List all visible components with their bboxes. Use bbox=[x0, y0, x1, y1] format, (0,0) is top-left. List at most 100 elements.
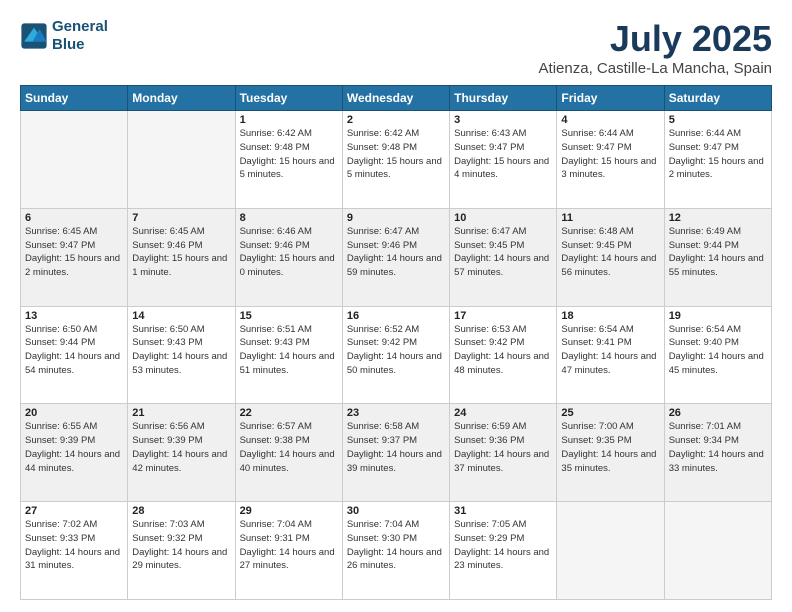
calendar-cell: 3Sunrise: 6:43 AMSunset: 9:47 PMDaylight… bbox=[450, 111, 557, 209]
cell-info: Sunrise: 7:03 AMSunset: 9:32 PMDaylight:… bbox=[132, 518, 230, 573]
day-number: 13 bbox=[25, 310, 123, 322]
day-number: 30 bbox=[347, 505, 445, 517]
day-number: 19 bbox=[669, 310, 767, 322]
day-number: 18 bbox=[561, 310, 659, 322]
calendar-cell: 9Sunrise: 6:47 AMSunset: 9:46 PMDaylight… bbox=[342, 208, 449, 306]
day-number: 10 bbox=[454, 212, 552, 224]
day-number: 22 bbox=[240, 407, 338, 419]
calendar-cell: 29Sunrise: 7:04 AMSunset: 9:31 PMDayligh… bbox=[235, 502, 342, 600]
day-number: 16 bbox=[347, 310, 445, 322]
day-number: 4 bbox=[561, 114, 659, 126]
week-row-4: 20Sunrise: 6:55 AMSunset: 9:39 PMDayligh… bbox=[21, 404, 772, 502]
cell-info: Sunrise: 6:43 AMSunset: 9:47 PMDaylight:… bbox=[454, 127, 552, 182]
day-number: 11 bbox=[561, 212, 659, 224]
cell-info: Sunrise: 6:58 AMSunset: 9:37 PMDaylight:… bbox=[347, 420, 445, 475]
week-row-2: 6Sunrise: 6:45 AMSunset: 9:47 PMDaylight… bbox=[21, 208, 772, 306]
day-number: 20 bbox=[25, 407, 123, 419]
cell-info: Sunrise: 7:02 AMSunset: 9:33 PMDaylight:… bbox=[25, 518, 123, 573]
cell-info: Sunrise: 7:04 AMSunset: 9:30 PMDaylight:… bbox=[347, 518, 445, 573]
calendar-cell bbox=[21, 111, 128, 209]
calendar-cell: 19Sunrise: 6:54 AMSunset: 9:40 PMDayligh… bbox=[664, 306, 771, 404]
month-title: July 2025 bbox=[539, 18, 772, 60]
cell-info: Sunrise: 6:42 AMSunset: 9:48 PMDaylight:… bbox=[347, 127, 445, 182]
day-number: 6 bbox=[25, 212, 123, 224]
calendar-cell: 31Sunrise: 7:05 AMSunset: 9:29 PMDayligh… bbox=[450, 502, 557, 600]
calendar-cell: 24Sunrise: 6:59 AMSunset: 9:36 PMDayligh… bbox=[450, 404, 557, 502]
week-row-5: 27Sunrise: 7:02 AMSunset: 9:33 PMDayligh… bbox=[21, 502, 772, 600]
cell-info: Sunrise: 6:54 AMSunset: 9:40 PMDaylight:… bbox=[669, 323, 767, 378]
cell-info: Sunrise: 6:50 AMSunset: 9:43 PMDaylight:… bbox=[132, 323, 230, 378]
cell-info: Sunrise: 6:51 AMSunset: 9:43 PMDaylight:… bbox=[240, 323, 338, 378]
calendar-cell: 12Sunrise: 6:49 AMSunset: 9:44 PMDayligh… bbox=[664, 208, 771, 306]
calendar-cell: 25Sunrise: 7:00 AMSunset: 9:35 PMDayligh… bbox=[557, 404, 664, 502]
weekday-header-wednesday: Wednesday bbox=[342, 86, 449, 111]
cell-info: Sunrise: 6:56 AMSunset: 9:39 PMDaylight:… bbox=[132, 420, 230, 475]
day-number: 15 bbox=[240, 310, 338, 322]
weekday-header-saturday: Saturday bbox=[664, 86, 771, 111]
cell-info: Sunrise: 6:47 AMSunset: 9:45 PMDaylight:… bbox=[454, 225, 552, 280]
calendar-cell: 11Sunrise: 6:48 AMSunset: 9:45 PMDayligh… bbox=[557, 208, 664, 306]
day-number: 25 bbox=[561, 407, 659, 419]
cell-info: Sunrise: 6:46 AMSunset: 9:46 PMDaylight:… bbox=[240, 225, 338, 280]
cell-info: Sunrise: 6:53 AMSunset: 9:42 PMDaylight:… bbox=[454, 323, 552, 378]
calendar-cell: 10Sunrise: 6:47 AMSunset: 9:45 PMDayligh… bbox=[450, 208, 557, 306]
calendar-table: SundayMondayTuesdayWednesdayThursdayFrid… bbox=[20, 85, 772, 600]
title-block: July 2025 Atienza, Castille-La Mancha, S… bbox=[539, 18, 772, 77]
header: General Blue July 2025 Atienza, Castille… bbox=[20, 18, 772, 77]
calendar-cell: 4Sunrise: 6:44 AMSunset: 9:47 PMDaylight… bbox=[557, 111, 664, 209]
weekday-header-friday: Friday bbox=[557, 86, 664, 111]
calendar-cell: 22Sunrise: 6:57 AMSunset: 9:38 PMDayligh… bbox=[235, 404, 342, 502]
calendar-cell: 27Sunrise: 7:02 AMSunset: 9:33 PMDayligh… bbox=[21, 502, 128, 600]
calendar-cell: 13Sunrise: 6:50 AMSunset: 9:44 PMDayligh… bbox=[21, 306, 128, 404]
weekday-header-tuesday: Tuesday bbox=[235, 86, 342, 111]
calendar-cell: 18Sunrise: 6:54 AMSunset: 9:41 PMDayligh… bbox=[557, 306, 664, 404]
cell-info: Sunrise: 6:42 AMSunset: 9:48 PMDaylight:… bbox=[240, 127, 338, 182]
weekday-header-sunday: Sunday bbox=[21, 86, 128, 111]
calendar-cell: 7Sunrise: 6:45 AMSunset: 9:46 PMDaylight… bbox=[128, 208, 235, 306]
calendar-cell: 23Sunrise: 6:58 AMSunset: 9:37 PMDayligh… bbox=[342, 404, 449, 502]
day-number: 29 bbox=[240, 505, 338, 517]
calendar-cell: 14Sunrise: 6:50 AMSunset: 9:43 PMDayligh… bbox=[128, 306, 235, 404]
day-number: 1 bbox=[240, 114, 338, 126]
day-number: 9 bbox=[347, 212, 445, 224]
cell-info: Sunrise: 6:44 AMSunset: 9:47 PMDaylight:… bbox=[669, 127, 767, 182]
day-number: 27 bbox=[25, 505, 123, 517]
day-number: 2 bbox=[347, 114, 445, 126]
weekday-header-thursday: Thursday bbox=[450, 86, 557, 111]
day-number: 3 bbox=[454, 114, 552, 126]
cell-info: Sunrise: 7:04 AMSunset: 9:31 PMDaylight:… bbox=[240, 518, 338, 573]
week-row-3: 13Sunrise: 6:50 AMSunset: 9:44 PMDayligh… bbox=[21, 306, 772, 404]
day-number: 7 bbox=[132, 212, 230, 224]
calendar-cell: 6Sunrise: 6:45 AMSunset: 9:47 PMDaylight… bbox=[21, 208, 128, 306]
cell-info: Sunrise: 6:47 AMSunset: 9:46 PMDaylight:… bbox=[347, 225, 445, 280]
calendar-cell: 15Sunrise: 6:51 AMSunset: 9:43 PMDayligh… bbox=[235, 306, 342, 404]
cell-info: Sunrise: 7:01 AMSunset: 9:34 PMDaylight:… bbox=[669, 420, 767, 475]
cell-info: Sunrise: 6:54 AMSunset: 9:41 PMDaylight:… bbox=[561, 323, 659, 378]
cell-info: Sunrise: 6:52 AMSunset: 9:42 PMDaylight:… bbox=[347, 323, 445, 378]
cell-info: Sunrise: 6:44 AMSunset: 9:47 PMDaylight:… bbox=[561, 127, 659, 182]
calendar-cell: 20Sunrise: 6:55 AMSunset: 9:39 PMDayligh… bbox=[21, 404, 128, 502]
calendar-cell: 8Sunrise: 6:46 AMSunset: 9:46 PMDaylight… bbox=[235, 208, 342, 306]
logo-text: General Blue bbox=[52, 18, 108, 54]
calendar-cell: 17Sunrise: 6:53 AMSunset: 9:42 PMDayligh… bbox=[450, 306, 557, 404]
cell-info: Sunrise: 6:45 AMSunset: 9:46 PMDaylight:… bbox=[132, 225, 230, 280]
calendar-cell bbox=[664, 502, 771, 600]
calendar-cell: 26Sunrise: 7:01 AMSunset: 9:34 PMDayligh… bbox=[664, 404, 771, 502]
week-row-1: 1Sunrise: 6:42 AMSunset: 9:48 PMDaylight… bbox=[21, 111, 772, 209]
day-number: 23 bbox=[347, 407, 445, 419]
day-number: 17 bbox=[454, 310, 552, 322]
cell-info: Sunrise: 6:57 AMSunset: 9:38 PMDaylight:… bbox=[240, 420, 338, 475]
cell-info: Sunrise: 6:55 AMSunset: 9:39 PMDaylight:… bbox=[25, 420, 123, 475]
logo-icon bbox=[20, 22, 48, 50]
day-number: 8 bbox=[240, 212, 338, 224]
cell-info: Sunrise: 6:50 AMSunset: 9:44 PMDaylight:… bbox=[25, 323, 123, 378]
calendar-cell: 5Sunrise: 6:44 AMSunset: 9:47 PMDaylight… bbox=[664, 111, 771, 209]
location-title: Atienza, Castille-La Mancha, Spain bbox=[539, 60, 772, 77]
day-number: 12 bbox=[669, 212, 767, 224]
day-number: 31 bbox=[454, 505, 552, 517]
day-number: 14 bbox=[132, 310, 230, 322]
day-number: 21 bbox=[132, 407, 230, 419]
cell-info: Sunrise: 7:05 AMSunset: 9:29 PMDaylight:… bbox=[454, 518, 552, 573]
calendar-cell: 28Sunrise: 7:03 AMSunset: 9:32 PMDayligh… bbox=[128, 502, 235, 600]
cell-info: Sunrise: 7:00 AMSunset: 9:35 PMDaylight:… bbox=[561, 420, 659, 475]
